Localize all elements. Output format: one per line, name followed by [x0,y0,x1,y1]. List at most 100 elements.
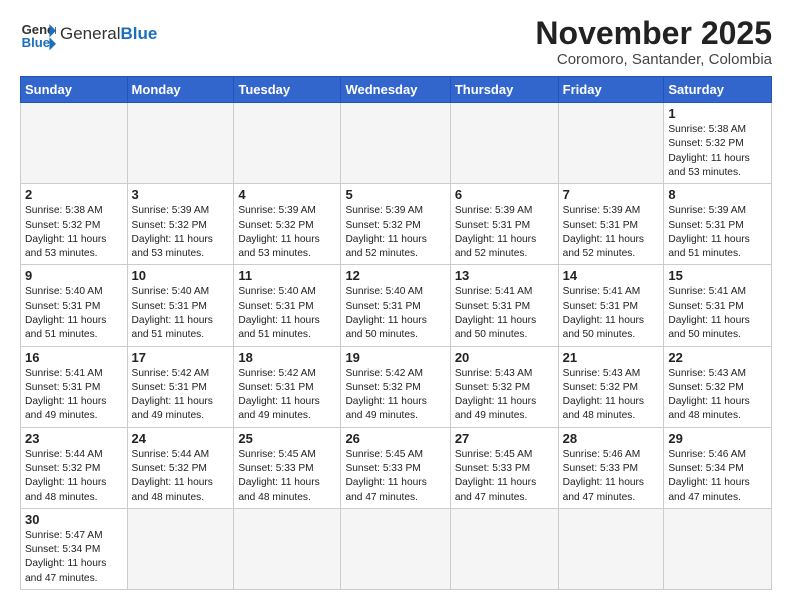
header: General Blue GeneralBlue November 2025 C… [20,16,772,68]
calendar-cell: 1 Sunrise: 5:38 AMSunset: 5:32 PMDaylight… [664,103,772,184]
day-content: Sunrise: 5:43 AMSunset: 5:32 PMDaylight:… [563,367,660,424]
calendar-cell: 28 Sunrise: 5:46 AMSunset: 5:33 PMDayligh… [558,427,664,508]
calendar-week-0: 1 Sunrise: 5:38 AMSunset: 5:32 PMDaylight… [21,103,772,184]
calendar-cell: 3Sunrise: 5:39 AMSunset: 5:32 PMDaylight… [127,184,234,265]
day-number: 25 [238,431,336,446]
calendar-cell: 8 Sunrise: 5:39 AMSunset: 5:31 PMDaylight… [664,184,772,265]
calendar-week-5: 30 Sunrise: 5:47 AMSunset: 5:34 PMDayligh… [21,508,772,589]
calendar-cell: 29Sunrise: 5:46 AMSunset: 5:34 PMDayligh… [664,427,772,508]
day-content: Sunrise: 5:40 AMSunset: 5:31 PMDaylight:… [238,285,336,342]
calendar-cell: 14 Sunrise: 5:41 AMSunset: 5:31 PMDayligh… [558,265,664,346]
calendar-cell [234,103,341,184]
page: General Blue GeneralBlue November 2025 C… [0,0,792,606]
day-number: 15 [668,268,767,283]
day-content: Sunrise: 5:43 AMSunset: 5:32 PMDaylight:… [455,367,554,424]
calendar-cell: 21Sunrise: 5:43 AMSunset: 5:32 PMDayligh… [558,346,664,427]
calendar-cell: 27Sunrise: 5:45 AMSunset: 5:33 PMDayligh… [450,427,558,508]
logo-general-text: GeneralBlue [60,24,157,44]
calendar-cell: 30 Sunrise: 5:47 AMSunset: 5:34 PMDayligh… [21,508,128,589]
col-tuesday: Tuesday [234,77,341,103]
col-sunday: Sunday [21,77,128,103]
logo-icon: General Blue [20,16,56,52]
day-content: Sunrise: 5:44 AMSunset: 5:32 PMDaylight:… [132,448,230,505]
calendar-cell: 25Sunrise: 5:45 AMSunset: 5:33 PMDayligh… [234,427,341,508]
col-friday: Friday [558,77,664,103]
calendar-cell [558,103,664,184]
calendar-cell: 12 Sunrise: 5:40 AMSunset: 5:31 PMDayligh… [341,265,450,346]
col-monday: Monday [127,77,234,103]
day-content: Sunrise: 5:46 AMSunset: 5:33 PMDaylight:… [563,448,660,505]
calendar-header-row: Sunday Monday Tuesday Wednesday Thursday… [21,77,772,103]
day-number: 23 [25,431,123,446]
calendar-week-3: 16 Sunrise: 5:41 AMSunset: 5:31 PMDayligh… [21,346,772,427]
col-saturday: Saturday [664,77,772,103]
calendar-cell [341,508,450,589]
calendar-cell: 23 Sunrise: 5:44 AMSunset: 5:32 PMDayligh… [21,427,128,508]
day-content: Sunrise: 5:38 AMSunset: 5:32 PMDaylight:… [25,204,123,261]
calendar-cell [127,103,234,184]
day-content: Sunrise: 5:45 AMSunset: 5:33 PMDaylight:… [455,448,554,505]
col-thursday: Thursday [450,77,558,103]
day-content: Sunrise: 5:47 AMSunset: 5:34 PMDaylight:… [25,529,123,586]
day-number: 2 [25,187,123,202]
calendar-cell: 7Sunrise: 5:39 AMSunset: 5:31 PMDaylight… [558,184,664,265]
day-content: Sunrise: 5:39 AMSunset: 5:31 PMDaylight:… [668,204,767,261]
day-number: 4 [238,187,336,202]
day-content: Sunrise: 5:40 AMSunset: 5:31 PMDaylight:… [345,285,445,342]
day-number: 5 [345,187,445,202]
day-content: Sunrise: 5:39 AMSunset: 5:32 PMDaylight:… [345,204,445,261]
day-number: 30 [25,512,123,527]
title-block: November 2025 Coromoro, Santander, Colom… [535,16,772,68]
logo: General Blue GeneralBlue [20,16,157,52]
day-number: 12 [345,268,445,283]
calendar-cell [21,103,128,184]
calendar-cell: 15 Sunrise: 5:41 AMSunset: 5:31 PMDayligh… [664,265,772,346]
col-wednesday: Wednesday [341,77,450,103]
calendar-cell: 4 Sunrise: 5:39 AMSunset: 5:32 PMDaylight… [234,184,341,265]
calendar-cell [450,103,558,184]
day-content: Sunrise: 5:41 AMSunset: 5:31 PMDaylight:… [563,285,660,342]
calendar-cell: 17Sunrise: 5:42 AMSunset: 5:31 PMDayligh… [127,346,234,427]
day-number: 14 [563,268,660,283]
day-number: 16 [25,350,123,365]
day-number: 24 [132,431,230,446]
day-number: 11 [238,268,336,283]
day-content: Sunrise: 5:41 AMSunset: 5:31 PMDaylight:… [668,285,767,342]
day-content: Sunrise: 5:45 AMSunset: 5:33 PMDaylight:… [345,448,445,505]
calendar-cell [127,508,234,589]
day-content: Sunrise: 5:44 AMSunset: 5:32 PMDaylight:… [25,448,123,505]
day-content: Sunrise: 5:42 AMSunset: 5:32 PMDaylight:… [345,367,445,424]
day-content: Sunrise: 5:46 AMSunset: 5:34 PMDaylight:… [668,448,767,505]
day-number: 18 [238,350,336,365]
day-number: 8 [668,187,767,202]
day-number: 3 [132,187,230,202]
calendar-cell [664,508,772,589]
day-number: 1 [668,106,767,121]
calendar-cell [558,508,664,589]
calendar-cell [234,508,341,589]
day-content: Sunrise: 5:42 AMSunset: 5:31 PMDaylight:… [238,367,336,424]
day-number: 28 [563,431,660,446]
calendar-cell [341,103,450,184]
calendar-cell: 13Sunrise: 5:41 AMSunset: 5:31 PMDayligh… [450,265,558,346]
day-content: Sunrise: 5:40 AMSunset: 5:31 PMDaylight:… [132,285,230,342]
calendar-cell: 18 Sunrise: 5:42 AMSunset: 5:31 PMDayligh… [234,346,341,427]
calendar-cell: 5 Sunrise: 5:39 AMSunset: 5:32 PMDaylight… [341,184,450,265]
calendar-cell [450,508,558,589]
calendar-cell: 19Sunrise: 5:42 AMSunset: 5:32 PMDayligh… [341,346,450,427]
calendar-week-4: 23 Sunrise: 5:44 AMSunset: 5:32 PMDayligh… [21,427,772,508]
day-content: Sunrise: 5:38 AMSunset: 5:32 PMDaylight:… [668,123,767,180]
day-content: Sunrise: 5:39 AMSunset: 5:31 PMDaylight:… [563,204,660,261]
calendar: Sunday Monday Tuesday Wednesday Thursday… [20,76,772,590]
day-content: Sunrise: 5:41 AMSunset: 5:31 PMDaylight:… [25,367,123,424]
day-number: 9 [25,268,123,283]
day-content: Sunrise: 5:43 AMSunset: 5:32 PMDaylight:… [668,367,767,424]
day-content: Sunrise: 5:39 AMSunset: 5:32 PMDaylight:… [238,204,336,261]
calendar-cell: 24 Sunrise: 5:44 AMSunset: 5:32 PMDayligh… [127,427,234,508]
calendar-cell: 9Sunrise: 5:40 AMSunset: 5:31 PMDaylight… [21,265,128,346]
calendar-cell: 11 Sunrise: 5:40 AMSunset: 5:31 PMDayligh… [234,265,341,346]
calendar-cell: 22Sunrise: 5:43 AMSunset: 5:32 PMDayligh… [664,346,772,427]
day-number: 17 [132,350,230,365]
month-title: November 2025 [535,16,772,51]
day-number: 20 [455,350,554,365]
